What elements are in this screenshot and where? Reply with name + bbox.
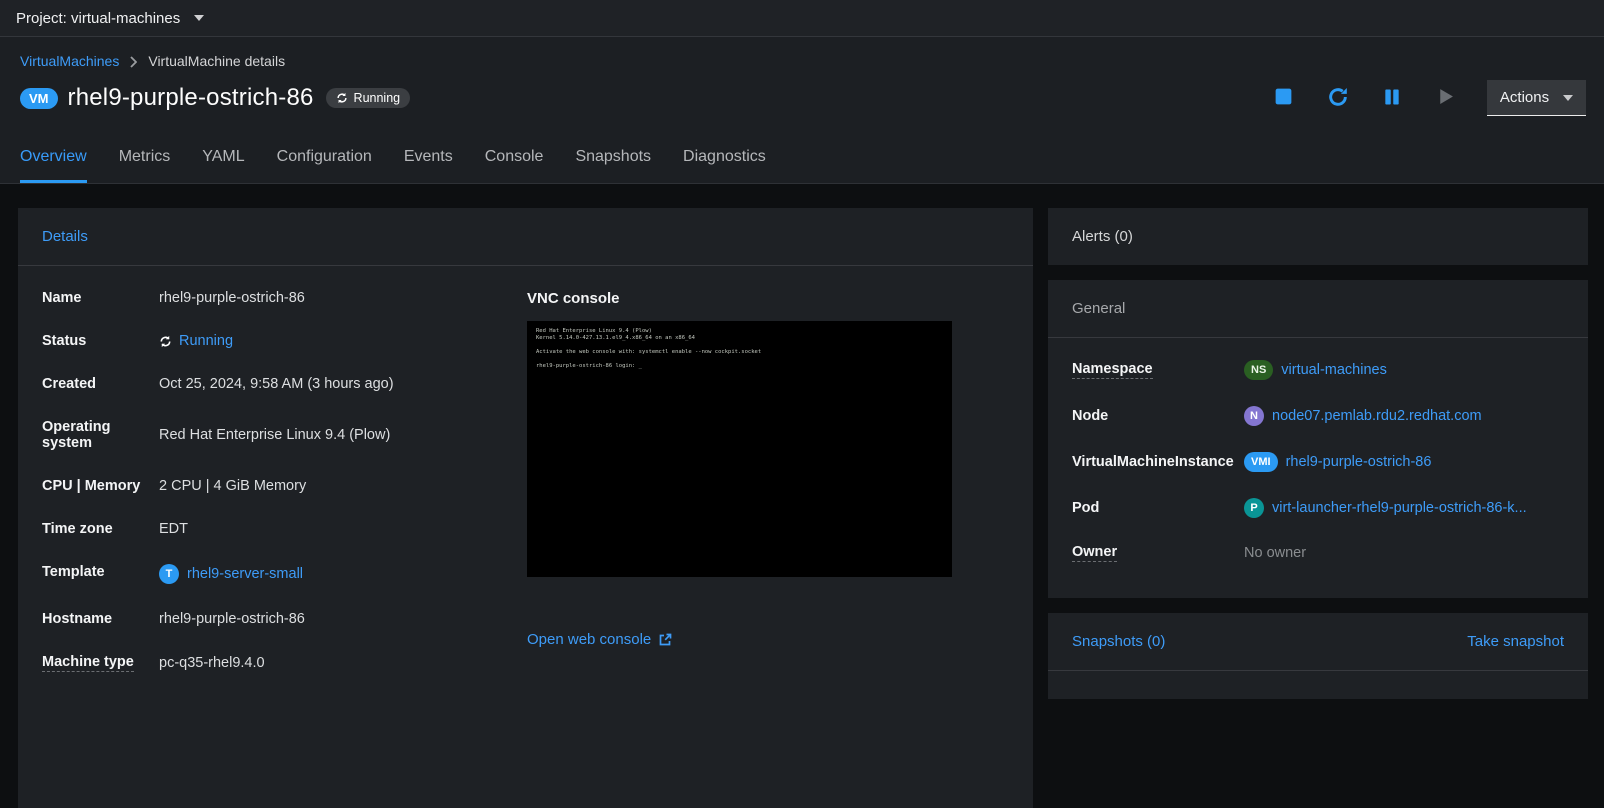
tab-configuration[interactable]: Configuration xyxy=(277,144,372,183)
caret-down-icon xyxy=(1563,95,1573,101)
take-snapshot-link[interactable]: Take snapshot xyxy=(1467,633,1564,650)
stop-icon xyxy=(1273,86,1294,110)
tab-bar: Overview Metrics YAML Configuration Even… xyxy=(20,144,1588,183)
general-row-owner: Owner No owner xyxy=(1072,544,1564,562)
tab-snapshots[interactable]: Snapshots xyxy=(575,144,651,183)
title-row: VM rhel9-purple-ostrich-86 Running xyxy=(20,80,1588,116)
vm-action-toolbar: Actions xyxy=(1271,80,1588,116)
breadcrumb-current: VirtualMachine details xyxy=(148,53,285,69)
restart-icon xyxy=(1327,86,1349,111)
play-icon xyxy=(1435,86,1456,110)
node-resource-badge: N xyxy=(1244,406,1264,426)
restart-button[interactable] xyxy=(1325,84,1351,113)
vmi-link[interactable]: rhel9-purple-ostrich-86 xyxy=(1286,454,1432,470)
general-list: Namespace NS virtual-machines Node N nod… xyxy=(1048,338,1588,598)
detail-row-template: Template T rhel9-server-small xyxy=(42,564,527,584)
alerts-card-header[interactable]: Alerts (0) xyxy=(1048,208,1588,265)
pause-icon xyxy=(1382,87,1402,110)
namespace-resource-badge: NS xyxy=(1244,360,1273,380)
tab-console[interactable]: Console xyxy=(485,144,544,183)
breadcrumb: VirtualMachines VirtualMachine details xyxy=(20,53,1588,69)
project-selector[interactable]: Project: virtual-machines xyxy=(16,10,204,27)
vnc-console-screen[interactable]: Red Hat Enterprise Linux 9.4 (Plow) Kern… xyxy=(527,321,952,577)
project-bar: Project: virtual-machines xyxy=(0,0,1604,37)
general-row-namespace: Namespace NS virtual-machines xyxy=(1072,360,1564,380)
pod-resource-badge: P xyxy=(1244,498,1264,518)
detail-row-timezone: Time zone EDT xyxy=(42,521,527,537)
breadcrumb-link-virtualmachines[interactable]: VirtualMachines xyxy=(20,53,119,69)
stop-button[interactable] xyxy=(1271,84,1296,112)
detail-row-hostname: Hostname rhel9-purple-ostrich-86 xyxy=(42,611,527,627)
general-card-header: General xyxy=(1048,280,1588,337)
vm-kind-badge: VM xyxy=(20,88,58,109)
snapshots-card-header: Snapshots (0) Take snapshot xyxy=(1048,613,1588,670)
alerts-card-title: Alerts (0) xyxy=(1072,228,1133,245)
details-card: Details Name rhel9-purple-ostrich-86 Sta… xyxy=(18,208,1033,808)
external-link-icon xyxy=(658,633,672,647)
detail-row-cpu-memory: CPU | Memory 2 CPU | 4 GiB Memory xyxy=(42,478,527,494)
template-link[interactable]: rhel9-server-small xyxy=(187,566,303,582)
page-title: rhel9-purple-ostrich-86 xyxy=(68,84,314,112)
snapshots-card: Snapshots (0) Take snapshot xyxy=(1048,613,1588,699)
actions-dropdown-button[interactable]: Actions xyxy=(1487,80,1586,116)
pod-link[interactable]: virt-launcher-rhel9-purple-ostrich-86-k.… xyxy=(1272,500,1527,516)
detail-row-status: Status Running xyxy=(42,333,527,349)
detail-row-machine-type: Machine type pc-q35-rhel9.4.0 xyxy=(42,654,527,672)
general-row-node: Node N node07.pemlab.rdu2.redhat.com xyxy=(1072,406,1564,426)
open-web-console-link[interactable]: Open web console xyxy=(527,631,672,648)
namespace-link[interactable]: virtual-machines xyxy=(1281,362,1387,378)
alerts-card: Alerts (0) xyxy=(1048,208,1588,265)
general-row-pod: Pod P virt-launcher-rhel9-purple-ostrich… xyxy=(1072,498,1564,518)
details-list: Name rhel9-purple-ostrich-86 Status xyxy=(42,290,527,699)
details-card-body: Name rhel9-purple-ostrich-86 Status xyxy=(18,266,1033,723)
vmi-resource-badge: VMI xyxy=(1244,452,1278,472)
detail-row-created: Created Oct 25, 2024, 9:58 AM (3 hours a… xyxy=(42,376,527,392)
node-link[interactable]: node07.pemlab.rdu2.redhat.com xyxy=(1272,408,1482,424)
general-card-title: General xyxy=(1072,300,1125,317)
vnc-console-title: VNC console xyxy=(527,290,1009,307)
caret-down-icon xyxy=(194,15,204,21)
snapshots-card-title-link[interactable]: Snapshots (0) xyxy=(1072,633,1165,650)
tab-events[interactable]: Events xyxy=(404,144,453,183)
vnc-terminal-text: Red Hat Enterprise Linux 9.4 (Plow) Kern… xyxy=(536,328,943,370)
sync-icon xyxy=(159,335,172,348)
details-card-title-link[interactable]: Details xyxy=(42,228,88,245)
actions-dropdown-label: Actions xyxy=(1500,89,1549,106)
vm-status-link[interactable]: Running xyxy=(179,333,233,349)
vm-status-badge[interactable]: Running xyxy=(326,88,411,108)
snapshots-card-body xyxy=(1048,671,1588,699)
owner-value: No owner xyxy=(1244,545,1306,561)
right-column: Alerts (0) General Namespace NS virtual-… xyxy=(1048,208,1588,699)
details-card-header: Details xyxy=(18,208,1033,265)
project-selector-label: Project: virtual-machines xyxy=(16,10,180,27)
sync-icon xyxy=(336,92,348,104)
overview-content: Details Name rhel9-purple-ostrich-86 Sta… xyxy=(0,184,1604,808)
start-button[interactable] xyxy=(1433,84,1458,112)
tab-metrics[interactable]: Metrics xyxy=(119,144,171,183)
template-resource-badge: T xyxy=(159,564,179,584)
detail-row-os: Operating system Red Hat Enterprise Linu… xyxy=(42,419,527,451)
general-card: General Namespace NS virtual-machines No… xyxy=(1048,280,1588,598)
detail-row-name: Name rhel9-purple-ostrich-86 xyxy=(42,290,527,306)
tab-overview[interactable]: Overview xyxy=(20,144,87,183)
tab-diagnostics[interactable]: Diagnostics xyxy=(683,144,766,183)
general-row-vmi: VirtualMachineInstance VMI rhel9-purple-… xyxy=(1072,452,1564,472)
vnc-console-section: VNC console Red Hat Enterprise Linux 9.4… xyxy=(527,290,1009,699)
breadcrumb-separator-icon xyxy=(130,56,137,68)
page-header: VirtualMachines VirtualMachine details V… xyxy=(0,37,1604,184)
pause-button[interactable] xyxy=(1380,85,1404,112)
vm-status-label: Running xyxy=(354,91,401,105)
tab-yaml[interactable]: YAML xyxy=(202,144,244,183)
